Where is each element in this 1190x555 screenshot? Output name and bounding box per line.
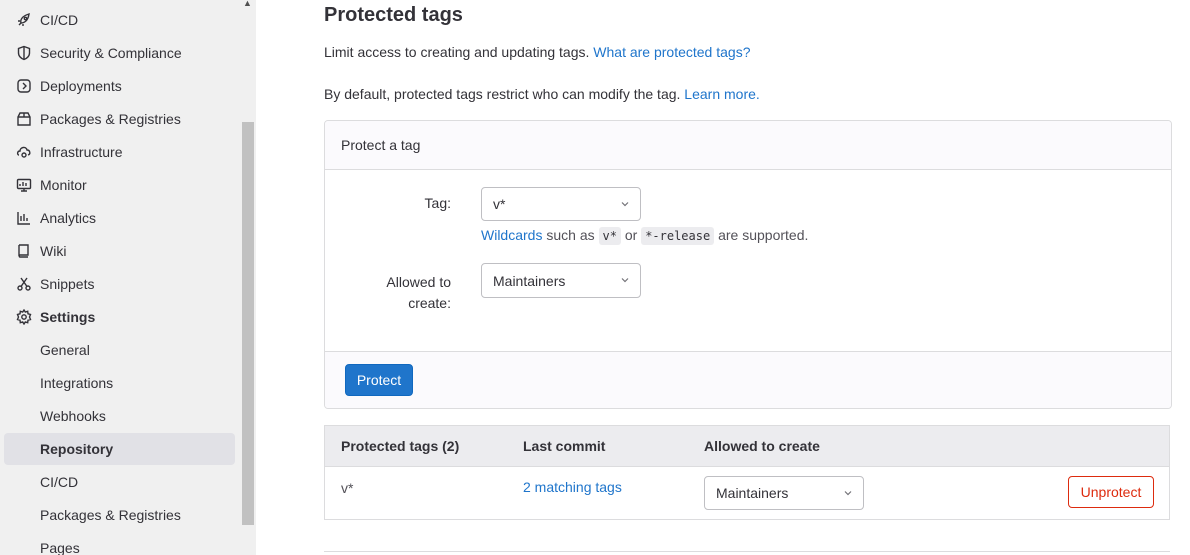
sidebar-item-label: Deployments	[40, 78, 122, 94]
sidebar-item-label: Wiki	[40, 243, 67, 259]
book-icon	[16, 243, 32, 259]
form-header-title: Protect a tag	[341, 137, 421, 153]
allowed-to-create-select[interactable]: Maintainers	[481, 263, 641, 298]
sidebar: ▲ CI/CD Security & Compliance Deployment…	[0, 0, 256, 555]
description-text: Limit access to creating and updating ta…	[324, 44, 590, 60]
allowed-select-value: Maintainers	[493, 273, 566, 289]
divider	[324, 551, 1170, 552]
sidebar-item-label: Infrastructure	[40, 144, 123, 160]
sidebar-item-label: Analytics	[40, 210, 97, 226]
sidebar-item-label: Packages & Registries	[40, 111, 181, 127]
table-header: Protected tags (2) Last commit Allowed t…	[325, 426, 1169, 467]
chart-icon	[16, 210, 32, 226]
sidebar-subitem-integrations[interactable]: Integrations	[4, 367, 235, 399]
protected-tags-table: Protected tags (2) Last commit Allowed t…	[324, 425, 1170, 520]
sidebar-subitem-repository[interactable]: Repository	[4, 433, 235, 465]
matching-tags-link[interactable]: 2 matching tags	[523, 479, 622, 495]
sidebar-subitem-pages[interactable]: Pages	[4, 532, 235, 555]
row-allowed-value: Maintainers	[716, 485, 789, 501]
tag-select-value: v*	[493, 196, 506, 212]
main-content: Protected tags Limit access to creating …	[256, 0, 1190, 555]
shield-icon	[16, 45, 32, 61]
hint-text: or	[624, 227, 638, 243]
sidebar-subitem-label: Repository	[40, 441, 114, 457]
protect-tag-form: Protect a tag Tag: v* Wildcards such as …	[324, 120, 1172, 409]
hint-text: are supported.	[718, 227, 809, 243]
allowed-label-line2: create:	[408, 295, 451, 311]
sidebar-item-label: Snippets	[40, 276, 95, 292]
rocket-icon	[16, 12, 32, 28]
wildcards-link[interactable]: Wildcards	[481, 227, 542, 243]
gear-icon	[16, 309, 32, 325]
column-header-last-commit: Last commit	[523, 438, 606, 454]
form-footer: Protect	[325, 351, 1171, 408]
sidebar-subitem-webhooks[interactable]: Webhooks	[4, 400, 235, 432]
protected-tags-help-link[interactable]: What are protected tags?	[593, 44, 750, 60]
tag-label: Tag:	[424, 195, 451, 211]
package-icon	[16, 111, 32, 127]
scissors-icon	[16, 276, 32, 292]
column-header-allowed: Allowed to create	[704, 438, 820, 454]
sidebar-item-cicd[interactable]: CI/CD	[4, 4, 235, 36]
scroll-up-arrow-icon[interactable]: ▲	[243, 0, 252, 8]
protect-button[interactable]: Protect	[345, 364, 413, 396]
sidebar-item-security[interactable]: Security & Compliance	[4, 37, 235, 69]
sidebar-subitem-label: Packages & Registries	[40, 507, 181, 523]
cloud-gear-icon	[16, 144, 32, 160]
sidebar-subitem-label: General	[40, 342, 90, 358]
sidebar-item-snippets[interactable]: Snippets	[4, 268, 235, 300]
sidebar-item-label: CI/CD	[40, 12, 79, 28]
page-description: Limit access to creating and updating ta…	[324, 44, 750, 60]
chevron-down-icon	[621, 278, 629, 283]
chevron-down-icon	[844, 491, 852, 496]
sidebar-item-label: Monitor	[40, 177, 87, 193]
sidebar-item-label: Security & Compliance	[40, 45, 182, 61]
sidebar-item-settings[interactable]: Settings	[4, 301, 235, 333]
sidebar-item-label: Settings	[40, 309, 96, 325]
default-description: By default, protected tags restrict who …	[324, 86, 760, 102]
default-text: By default, protected tags restrict who …	[324, 86, 681, 102]
sidebar-subitem-packages[interactable]: Packages & Registries	[4, 499, 235, 531]
sidebar-subitem-label: Integrations	[40, 375, 114, 391]
sidebar-subitem-label: CI/CD	[40, 474, 79, 490]
tag-name-cell: v*	[341, 480, 354, 496]
sidebar-subitem-general[interactable]: General	[4, 334, 235, 366]
monitor-icon	[16, 177, 32, 193]
row-allowed-select[interactable]: Maintainers	[704, 476, 864, 510]
sidebar-item-analytics[interactable]: Analytics	[4, 202, 235, 234]
hint-code-v: v*	[598, 227, 621, 245]
sidebar-item-deployments[interactable]: Deployments	[4, 70, 235, 102]
hint-text: such as	[546, 227, 595, 243]
column-header-tags: Protected tags (2)	[341, 438, 460, 454]
sidebar-item-wiki[interactable]: Wiki	[4, 235, 235, 267]
sidebar-item-infrastructure[interactable]: Infrastructure	[4, 136, 235, 168]
sidebar-subitem-label: Pages	[40, 540, 80, 555]
allowed-label-line1: Allowed to	[386, 274, 451, 290]
sidebar-subitem-label: Webhooks	[40, 408, 106, 424]
chevron-down-icon	[621, 202, 629, 207]
allowed-to-create-label: Allowed to create:	[325, 272, 451, 314]
deployments-icon	[16, 78, 32, 94]
sidebar-subitem-cicd[interactable]: CI/CD	[4, 466, 235, 498]
tag-select[interactable]: v*	[481, 187, 641, 221]
wildcard-hint: Wildcards such as v* or *-release are su…	[481, 227, 809, 245]
form-header: Protect a tag	[325, 121, 1171, 170]
sidebar-scrollbar-thumb[interactable]	[242, 122, 254, 525]
hint-code-release: *-release	[641, 227, 715, 245]
learn-more-link[interactable]: Learn more.	[684, 86, 759, 102]
page-title: Protected tags	[324, 4, 463, 26]
unprotect-button[interactable]: Unprotect	[1068, 476, 1154, 508]
sidebar-item-monitor[interactable]: Monitor	[4, 169, 235, 201]
sidebar-item-packages[interactable]: Packages & Registries	[4, 103, 235, 135]
